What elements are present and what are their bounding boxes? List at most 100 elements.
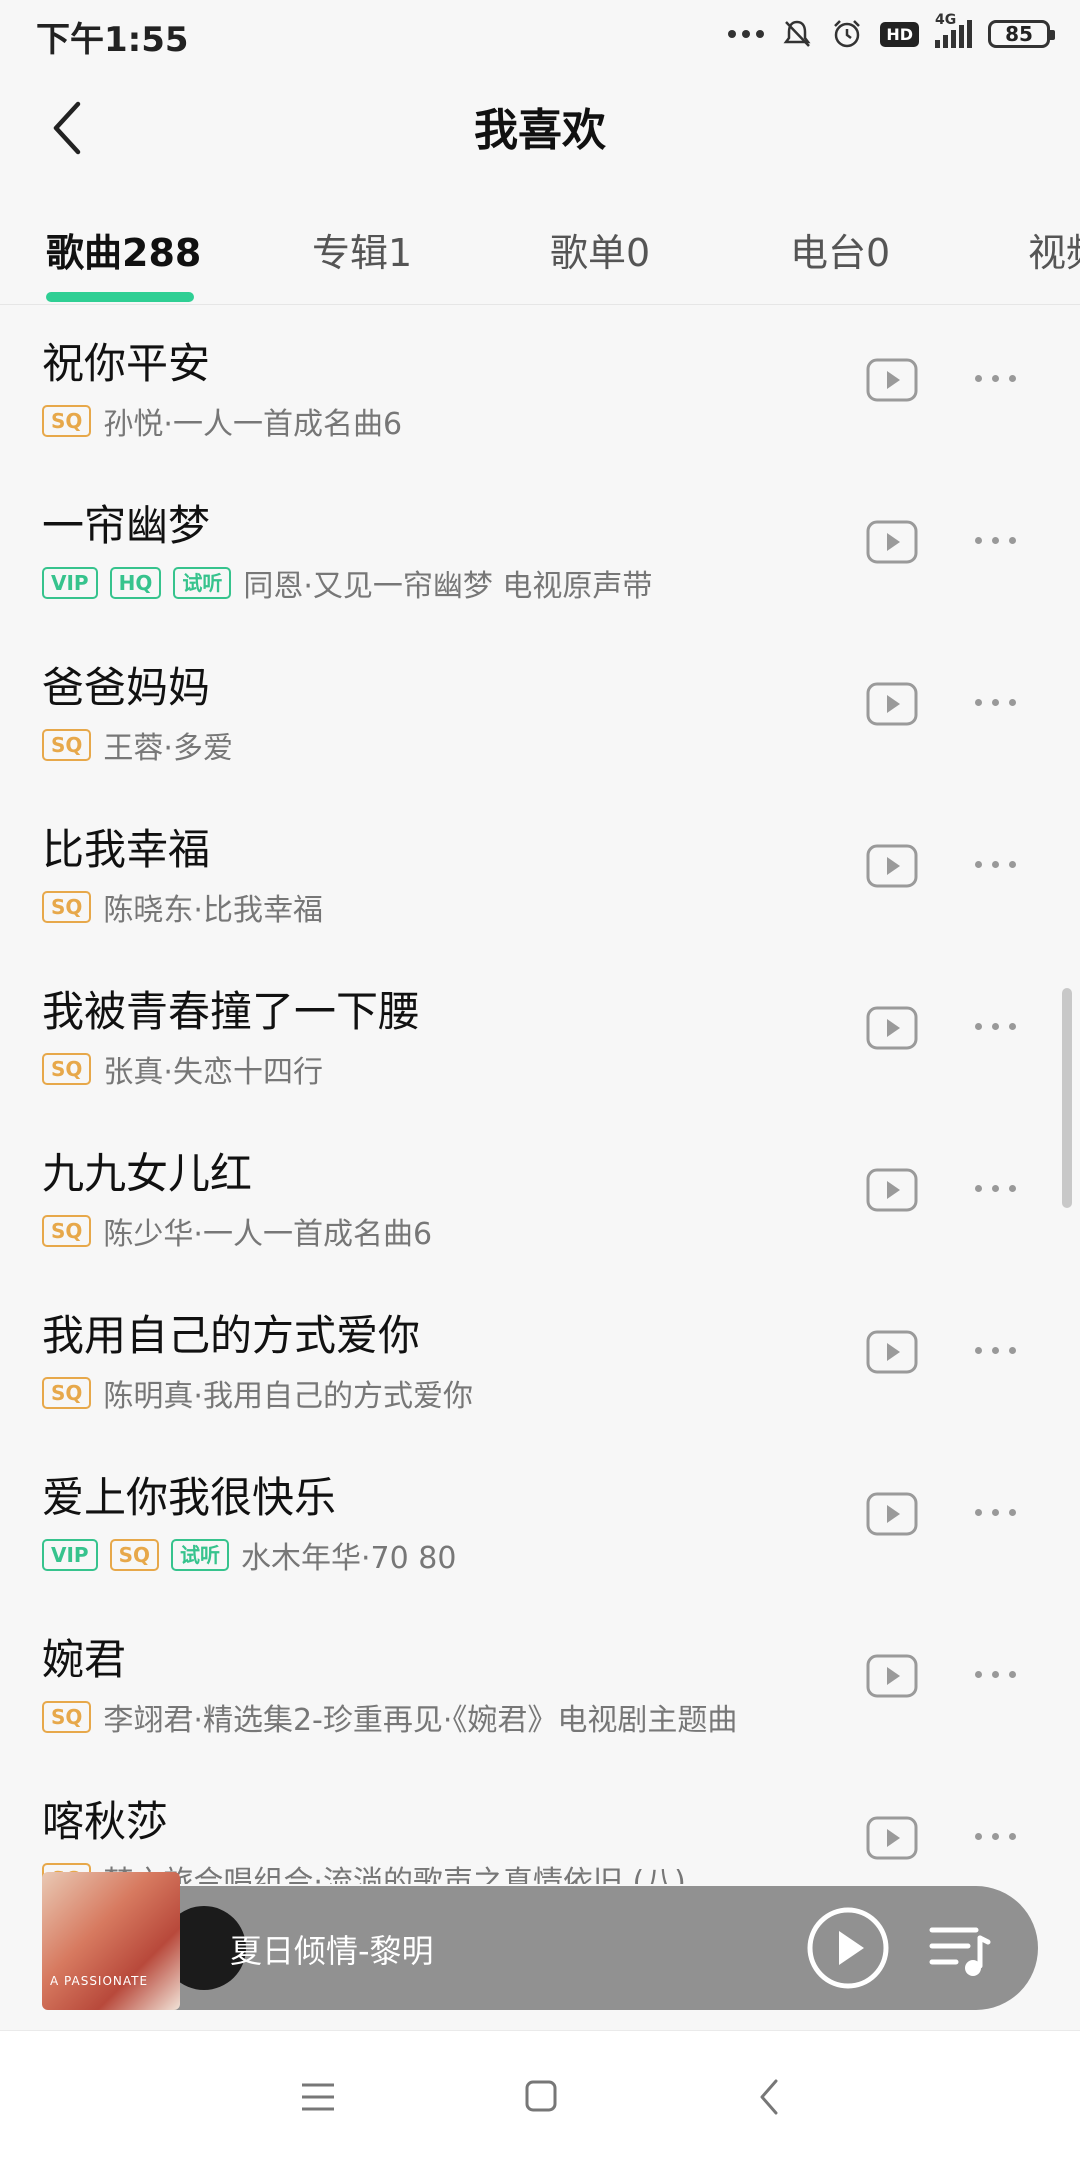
more-dots-icon[interactable] — [975, 375, 1016, 382]
more-dots-icon[interactable] — [975, 1185, 1016, 1192]
more-dots-icon[interactable] — [975, 537, 1016, 544]
song-row[interactable]: 婉君 SQ 李翊君·精选集2-珍重再见·《婉君》电视剧主题曲 — [0, 1600, 1080, 1762]
more-dots-icon[interactable] — [975, 1509, 1016, 1516]
play-video-icon[interactable] — [866, 358, 918, 402]
song-row[interactable]: 我用自己的方式爱你 SQ 陈明真·我用自己的方式爱你 — [0, 1276, 1080, 1438]
song-row[interactable]: 比我幸福 SQ 陈晓东·比我幸福 — [0, 790, 1080, 952]
play-video-icon[interactable] — [866, 1168, 918, 1212]
song-title: 爸爸妈妈 — [42, 663, 211, 712]
tab-songs[interactable]: 歌曲288 — [46, 222, 201, 277]
sq-badge: SQ — [42, 1215, 92, 1247]
tab-albums[interactable]: 专辑1 — [312, 222, 412, 277]
song-artist-album: 李翊君·精选集2-珍重再见·《婉君》电视剧主题曲 — [103, 1703, 738, 1738]
song-title: 九九女儿红 — [42, 1149, 253, 1198]
sq-badge: SQ — [42, 1701, 92, 1733]
more-dots-icon[interactable] — [975, 1347, 1016, 1354]
song-row[interactable]: 爱上你我很快乐 VIP SQ 试听 水木年华·70 80 — [0, 1438, 1080, 1600]
trial-badge: 试听 — [170, 1539, 229, 1571]
page-title: 我喜欢 — [474, 105, 606, 156]
alarm-icon — [834, 20, 861, 48]
song-artist-album: 水木年华·70 80 — [240, 1541, 457, 1576]
song-artist-album: 梦之旅合唱组合·流淌的歌声之真情依旧 (八) — [103, 1865, 686, 1884]
song-title: 一帘幽梦 — [42, 501, 211, 550]
play-icon[interactable] — [806, 1906, 890, 1990]
tab-playlists[interactable]: 歌单0 — [550, 222, 650, 277]
play-video-icon[interactable] — [866, 1330, 918, 1374]
active-tab-indicator — [46, 292, 194, 302]
vip-badge: VIP — [42, 567, 98, 599]
play-video-icon[interactable] — [866, 682, 918, 726]
home-icon[interactable] — [524, 2079, 558, 2113]
song-artist-album: 同恩·又见一帘幽梦 电视原声带 — [243, 569, 653, 604]
sq-badge: SQ — [42, 405, 92, 437]
song-list[interactable]: 祝你平安 SQ 孙悦·一人一首成名曲6 一帘幽梦 VIP HQ 试听 同恩·又见… — [0, 304, 1080, 1884]
song-artist-album: 张真·失恋十四行 — [103, 1055, 323, 1090]
song-title: 爱上你我很快乐 — [42, 1473, 337, 1522]
signal-icon: 4G — [935, 12, 972, 48]
battery-icon: 85 — [988, 20, 1055, 48]
more-dots-icon[interactable] — [975, 1671, 1016, 1678]
song-title: 比我幸福 — [42, 825, 211, 874]
play-video-icon[interactable] — [866, 520, 918, 564]
sq-badge: SQ — [42, 891, 92, 923]
song-artist-album: 陈明真·我用自己的方式爱你 — [103, 1379, 473, 1414]
sq-badge: SQ — [109, 1539, 159, 1571]
song-artist-album: 王蓉·多爱 — [103, 731, 233, 766]
more-dots-icon[interactable] — [975, 1833, 1016, 1840]
play-video-icon[interactable] — [866, 1006, 918, 1050]
song-row[interactable]: 祝你平安 SQ 孙悦·一人一首成名曲6 — [0, 304, 1080, 466]
song-title: 婉君 — [42, 1635, 127, 1684]
song-meta: SQ 张真·失恋十四行 — [42, 1047, 323, 1091]
vip-badge: VIP — [42, 1539, 98, 1571]
song-meta: SQ 陈少华·一人一首成名曲6 — [42, 1209, 432, 1253]
status-time: 下午1:55 — [36, 20, 189, 60]
more-dots-icon[interactable] — [975, 699, 1016, 706]
system-nav-bar — [0, 2030, 1080, 2161]
song-title: 喀秋莎 — [42, 1797, 169, 1846]
song-meta: VIP HQ 试听 同恩·又见一帘幽梦 电视原声带 — [42, 561, 652, 605]
album-art-text: A PASSIONATE — [50, 1974, 149, 1988]
tab-bar: 歌曲288 专辑1 歌单0 电台0 视频 — [0, 200, 1080, 305]
playlist-icon[interactable] — [928, 1920, 992, 1980]
song-meta: VIP SQ 试听 水木年华·70 80 — [42, 1533, 456, 1577]
tab-radio[interactable]: 电台0 — [790, 222, 890, 277]
back-icon[interactable] — [756, 2077, 782, 2117]
play-video-icon[interactable] — [866, 1654, 918, 1698]
trial-badge: 试听 — [173, 567, 232, 599]
tab-videos[interactable]: 视频 — [1028, 222, 1080, 277]
play-video-icon[interactable] — [866, 1816, 918, 1860]
song-row[interactable]: 一帘幽梦 VIP HQ 试听 同恩·又见一帘幽梦 电视原声带 — [0, 466, 1080, 628]
song-artist-album: 陈晓东·比我幸福 — [103, 893, 323, 928]
song-meta: SQ 王蓉·多爱 — [42, 723, 233, 767]
song-row[interactable]: 喀秋莎 SQ 梦之旅合唱组合·流淌的歌声之真情依旧 (八) — [0, 1762, 1080, 1884]
song-meta: SQ 陈明真·我用自己的方式爱你 — [42, 1371, 473, 1415]
song-title: 祝你平安 — [42, 339, 211, 388]
sq-badge: SQ — [42, 1053, 92, 1085]
song-meta: SQ 陈晓东·比我幸福 — [42, 885, 323, 929]
album-art[interactable]: A PASSIONATE — [42, 1872, 180, 2010]
hq-badge: HQ — [109, 567, 162, 599]
mute-bell-icon — [783, 20, 811, 47]
scrollbar[interactable] — [1062, 988, 1072, 1208]
play-video-icon[interactable] — [866, 844, 918, 888]
song-artist-album: 孙悦·一人一首成名曲6 — [103, 407, 403, 442]
header: 我喜欢 — [0, 70, 1080, 190]
sq-badge: SQ — [42, 1377, 92, 1409]
status-icons: HD 4G 85 — [728, 12, 1055, 54]
song-title: 我被青春撞了一下腰 — [42, 987, 421, 1036]
play-video-icon[interactable] — [866, 1492, 918, 1536]
more-dots-icon[interactable] — [975, 1023, 1016, 1030]
more-dots-icon[interactable] — [975, 861, 1016, 868]
song-row[interactable]: 爸爸妈妈 SQ 王蓉·多爱 — [0, 628, 1080, 790]
mini-player[interactable]: A PASSIONATE 夏日倾情-黎明 — [42, 1872, 1038, 2010]
now-playing-title[interactable]: 夏日倾情-黎明 — [230, 1926, 434, 1972]
song-artist-album: 陈少华·一人一首成名曲6 — [103, 1217, 433, 1252]
hd-badge: HD — [880, 21, 919, 47]
sq-badge: SQ — [42, 729, 92, 761]
song-row[interactable]: 九九女儿红 SQ 陈少华·一人一首成名曲6 — [0, 1114, 1080, 1276]
song-title: 我用自己的方式爱你 — [42, 1311, 421, 1360]
more-notifications-icon — [728, 30, 765, 38]
menu-icon[interactable] — [300, 2081, 336, 2113]
song-row[interactable]: 我被青春撞了一下腰 SQ 张真·失恋十四行 — [0, 952, 1080, 1114]
status-bar: 下午1:55 HD 4G 85 — [0, 0, 1080, 70]
